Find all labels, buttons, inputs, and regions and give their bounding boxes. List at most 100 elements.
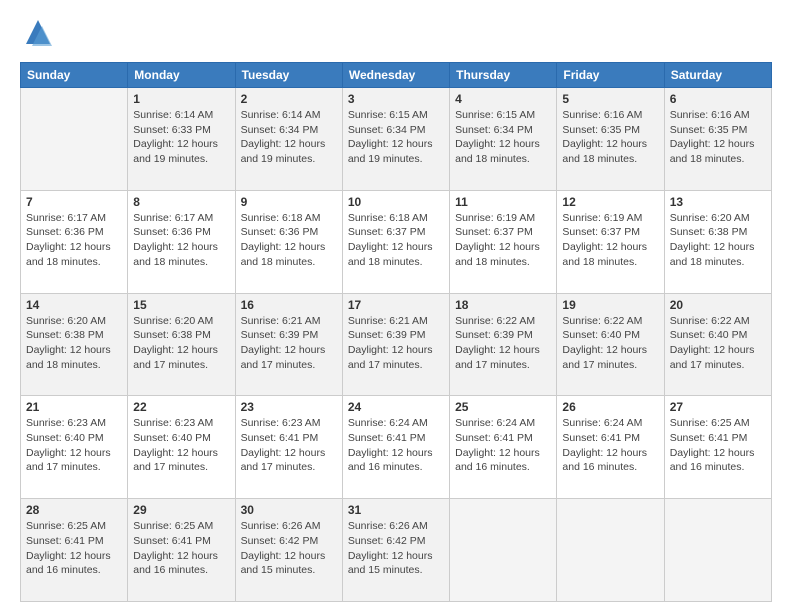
calendar-cell: 28Sunrise: 6:25 AM Sunset: 6:41 PM Dayli… xyxy=(21,499,128,602)
day-number: 29 xyxy=(133,503,229,517)
calendar-cell: 7 Sunrise: 6:17 AM Sunset: 6:36 PM Daylig… xyxy=(21,190,128,293)
calendar-cell xyxy=(664,499,771,602)
day-info: Sunrise: 6:18 AM Sunset: 6:36 PM Dayligh… xyxy=(241,211,337,270)
calendar-cell xyxy=(557,499,664,602)
calendar-cell: 13 Sunrise: 6:20 AM Sunset: 6:38 PM Dayli… xyxy=(664,190,771,293)
day-number: 25 xyxy=(455,400,551,414)
logo-icon xyxy=(20,16,56,52)
day-number: 10 xyxy=(348,195,444,209)
calendar-cell: 5 Sunrise: 6:16 AM Sunset: 6:35 PM Daylig… xyxy=(557,88,664,191)
day-info: Sunrise: 6:26 AM Sunset: 6:42 PM Dayligh… xyxy=(241,519,337,578)
day-info: Sunrise: 6:18 AM Sunset: 6:37 PM Dayligh… xyxy=(348,211,444,270)
day-info: Sunrise: 6:20 AM Sunset: 6:38 PM Dayligh… xyxy=(26,314,122,373)
calendar-cell: 20 Sunrise: 6:22 AM Sunset: 6:40 PM Dayli… xyxy=(664,293,771,396)
header xyxy=(20,16,772,52)
day-number: 9 xyxy=(241,195,337,209)
calendar-cell: 16Sunrise: 6:21 AM Sunset: 6:39 PM Dayli… xyxy=(235,293,342,396)
calendar-cell: 18 Sunrise: 6:22 AM Sunset: 6:39 PM Dayli… xyxy=(450,293,557,396)
day-number: 31 xyxy=(348,503,444,517)
day-info: Sunrise: 6:14 AM Sunset: 6:34 PM Dayligh… xyxy=(241,108,337,167)
calendar-cell: 29 Sunrise: 6:25 AM Sunset: 6:41 PM Dayli… xyxy=(128,499,235,602)
day-number: 18 xyxy=(455,298,551,312)
header-sunday: Sunday xyxy=(21,63,128,88)
calendar-cell: 31 Sunrise: 6:26 AM Sunset: 6:42 PM Dayli… xyxy=(342,499,449,602)
day-number: 23 xyxy=(241,400,337,414)
calendar-week-row: 14 Sunrise: 6:20 AM Sunset: 6:38 PM Dayli… xyxy=(21,293,772,396)
calendar-cell: 21Sunrise: 6:23 AM Sunset: 6:40 PM Dayli… xyxy=(21,396,128,499)
calendar-table: SundayMondayTuesdayWednesdayThursdayFrid… xyxy=(20,62,772,602)
calendar-cell: 26 Sunrise: 6:24 AM Sunset: 6:41 PM Dayli… xyxy=(557,396,664,499)
day-info: Sunrise: 6:23 AM Sunset: 6:40 PM Dayligh… xyxy=(133,416,229,475)
day-number: 13 xyxy=(670,195,766,209)
day-number: 8 xyxy=(133,195,229,209)
day-number: 27 xyxy=(670,400,766,414)
day-info: Sunrise: 6:15 AM Sunset: 6:34 PM Dayligh… xyxy=(455,108,551,167)
day-number: 15 xyxy=(133,298,229,312)
calendar-cell: 4Sunrise: 6:15 AM Sunset: 6:34 PM Daylig… xyxy=(450,88,557,191)
calendar-cell: 8Sunrise: 6:17 AM Sunset: 6:36 PM Daylig… xyxy=(128,190,235,293)
header-saturday: Saturday xyxy=(664,63,771,88)
calendar-cell: 27 Sunrise: 6:25 AM Sunset: 6:41 PM Dayli… xyxy=(664,396,771,499)
day-info: Sunrise: 6:16 AM Sunset: 6:35 PM Dayligh… xyxy=(670,108,766,167)
calendar-cell: 23Sunrise: 6:23 AM Sunset: 6:41 PM Dayli… xyxy=(235,396,342,499)
calendar-cell: 19 Sunrise: 6:22 AM Sunset: 6:40 PM Dayli… xyxy=(557,293,664,396)
day-number: 21 xyxy=(26,400,122,414)
day-info: Sunrise: 6:17 AM Sunset: 6:36 PM Dayligh… xyxy=(26,211,122,270)
day-info: Sunrise: 6:20 AM Sunset: 6:38 PM Dayligh… xyxy=(670,211,766,270)
day-info: Sunrise: 6:26 AM Sunset: 6:42 PM Dayligh… xyxy=(348,519,444,578)
day-number: 19 xyxy=(562,298,658,312)
day-number: 7 xyxy=(26,195,122,209)
day-number: 24 xyxy=(348,400,444,414)
day-info: Sunrise: 6:21 AM Sunset: 6:39 PM Dayligh… xyxy=(348,314,444,373)
day-info: Sunrise: 6:19 AM Sunset: 6:37 PM Dayligh… xyxy=(455,211,551,270)
calendar-week-row: 1Sunrise: 6:14 AM Sunset: 6:33 PM Daylig… xyxy=(21,88,772,191)
calendar-cell: 6 Sunrise: 6:16 AM Sunset: 6:35 PM Daylig… xyxy=(664,88,771,191)
calendar-cell: 1Sunrise: 6:14 AM Sunset: 6:33 PM Daylig… xyxy=(128,88,235,191)
day-number: 26 xyxy=(562,400,658,414)
day-number: 3 xyxy=(348,92,444,106)
calendar-cell: 30 Sunrise: 6:26 AM Sunset: 6:42 PM Dayli… xyxy=(235,499,342,602)
day-info: Sunrise: 6:16 AM Sunset: 6:35 PM Dayligh… xyxy=(562,108,658,167)
calendar-cell: 15 Sunrise: 6:20 AM Sunset: 6:38 PM Dayli… xyxy=(128,293,235,396)
day-number: 30 xyxy=(241,503,337,517)
calendar-week-row: 28 Sunrise: 6:25 AM Sunset: 6:41 PM Dayli… xyxy=(21,499,772,602)
header-friday: Friday xyxy=(557,63,664,88)
day-number: 22 xyxy=(133,400,229,414)
calendar-week-row: 7 Sunrise: 6:17 AM Sunset: 6:36 PM Daylig… xyxy=(21,190,772,293)
day-number: 17 xyxy=(348,298,444,312)
calendar-cell: 24 Sunrise: 6:24 AM Sunset: 6:41 PM Dayli… xyxy=(342,396,449,499)
day-info: Sunrise: 6:20 AM Sunset: 6:38 PM Dayligh… xyxy=(133,314,229,373)
day-number: 2 xyxy=(241,92,337,106)
calendar-cell: 25 Sunrise: 6:24 AM Sunset: 6:41 PM Dayli… xyxy=(450,396,557,499)
calendar-cell xyxy=(21,88,128,191)
day-info: Sunrise: 6:24 AM Sunset: 6:41 PM Dayligh… xyxy=(562,416,658,475)
calendar-cell: 12 Sunrise: 6:19 AM Sunset: 6:37 PM Dayli… xyxy=(557,190,664,293)
calendar-cell xyxy=(450,499,557,602)
calendar-cell: 22 Sunrise: 6:23 AM Sunset: 6:40 PM Dayli… xyxy=(128,396,235,499)
day-number: 12 xyxy=(562,195,658,209)
day-info: Sunrise: 6:25 AM Sunset: 6:41 PM Dayligh… xyxy=(133,519,229,578)
day-info: Sunrise: 6:25 AM Sunset: 6:41 PM Dayligh… xyxy=(670,416,766,475)
day-number: 6 xyxy=(670,92,766,106)
calendar-header-row: SundayMondayTuesdayWednesdayThursdayFrid… xyxy=(21,63,772,88)
logo xyxy=(20,16,60,52)
day-number: 14 xyxy=(26,298,122,312)
header-thursday: Thursday xyxy=(450,63,557,88)
calendar-cell: 3Sunrise: 6:15 AM Sunset: 6:34 PM Daylig… xyxy=(342,88,449,191)
header-wednesday: Wednesday xyxy=(342,63,449,88)
day-info: Sunrise: 6:22 AM Sunset: 6:39 PM Dayligh… xyxy=(455,314,551,373)
calendar-cell: 14 Sunrise: 6:20 AM Sunset: 6:38 PM Dayli… xyxy=(21,293,128,396)
day-info: Sunrise: 6:24 AM Sunset: 6:41 PM Dayligh… xyxy=(348,416,444,475)
day-number: 11 xyxy=(455,195,551,209)
day-number: 20 xyxy=(670,298,766,312)
day-info: Sunrise: 6:21 AM Sunset: 6:39 PM Dayligh… xyxy=(241,314,337,373)
day-info: Sunrise: 6:19 AM Sunset: 6:37 PM Dayligh… xyxy=(562,211,658,270)
day-info: Sunrise: 6:24 AM Sunset: 6:41 PM Dayligh… xyxy=(455,416,551,475)
header-monday: Monday xyxy=(128,63,235,88)
day-number: 28 xyxy=(26,503,122,517)
calendar-cell: 17 Sunrise: 6:21 AM Sunset: 6:39 PM Dayli… xyxy=(342,293,449,396)
day-number: 5 xyxy=(562,92,658,106)
day-info: Sunrise: 6:22 AM Sunset: 6:40 PM Dayligh… xyxy=(562,314,658,373)
day-info: Sunrise: 6:22 AM Sunset: 6:40 PM Dayligh… xyxy=(670,314,766,373)
calendar-cell: 10 Sunrise: 6:18 AM Sunset: 6:37 PM Dayli… xyxy=(342,190,449,293)
